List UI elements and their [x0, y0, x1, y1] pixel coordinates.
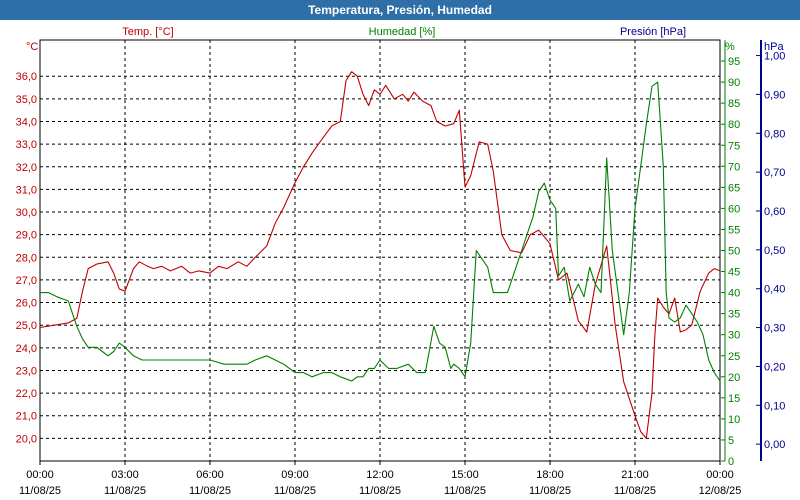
time-tick-label: 21:00	[621, 469, 649, 481]
temp-tick-label: 34,0	[16, 116, 37, 128]
date-tick-label: 11/08/25	[529, 485, 571, 497]
humidity-tick-label: 75	[728, 140, 740, 152]
humidity-tick-label: 30	[728, 330, 740, 342]
temp-unit-label: °C	[26, 41, 38, 53]
time-tick-label: 15:00	[451, 469, 479, 481]
pressure-tick-label: 0,50	[764, 245, 785, 257]
humidity-tick-label: 95	[728, 56, 740, 68]
pressure-tick-label: 0,60	[764, 206, 785, 218]
time-tick-label: 18:00	[536, 469, 564, 481]
temp-tick-label: 29,0	[16, 230, 37, 242]
humidity-tick-label: 20	[728, 372, 740, 384]
humidity-tick-label: 10	[728, 414, 740, 426]
date-tick-label: 11/08/25	[189, 485, 231, 497]
pressure-unit-label: hPa	[764, 41, 784, 53]
temp-tick-label: 30,0	[16, 207, 37, 219]
pressure-axis-title: Presión [hPa]	[620, 26, 686, 38]
chart: 20,0 21,0 22,0 23,0 24,0 25,0 26,0 27,0 28,0 29,0…	[16, 26, 786, 497]
humidity-tick-label: 40	[728, 288, 740, 300]
humidity-tick-label: 35	[728, 309, 740, 321]
temp-tick-label: 23,0	[16, 365, 37, 377]
grid-lines	[40, 40, 720, 461]
temp-tick-label: 21,0	[16, 411, 37, 423]
temp-tick-label: 20,0	[16, 433, 37, 445]
pressure-tick-label: 0,80	[764, 128, 785, 140]
pressure-tick-label: 0,70	[764, 167, 785, 179]
temp-tick-label: 25,0	[16, 320, 37, 332]
pressure-tick-label: 0,20	[764, 361, 785, 373]
humidity-tick-label: 45	[728, 267, 740, 279]
temp-tick-label: 35,0	[16, 94, 37, 106]
humidity-tick-label: 70	[728, 161, 740, 173]
date-tick-label: 11/08/25	[444, 485, 486, 497]
date-tick-label: 11/08/25	[614, 485, 656, 497]
pressure-axis: 0,00 0,10 0,20 0,30 0,40 0,50 0,60 0,70 0,80 0,90…	[756, 40, 785, 461]
date-tick-label: 11/08/25	[104, 485, 146, 497]
humidity-tick-label: 90	[728, 77, 740, 89]
date-tick-label: 12/08/25	[699, 485, 742, 497]
pressure-tick-label: 0,40	[764, 284, 785, 296]
temp-tick-label: 31,0	[16, 184, 37, 196]
temp-tick-label: 33,0	[16, 139, 37, 151]
time-tick-label: 09:00	[281, 469, 309, 481]
humidity-axis-title: Humedad [%]	[369, 26, 436, 38]
humidity-tick-label: 50	[728, 246, 740, 258]
humidity-axis: 0 5 10 15 20 25 30 35 40 45 50 55 60 65 70 75 80 85 90 95	[721, 40, 740, 468]
time-tick-label: 12:00	[366, 469, 394, 481]
time-tick-label: 00:00	[706, 469, 734, 481]
humidity-tick-label: 25	[728, 351, 740, 363]
pressure-tick-label: 0,90	[764, 89, 785, 101]
humidity-tick-label: 15	[728, 393, 740, 405]
date-tick-label: 11/08/25	[274, 485, 316, 497]
time-tick-label: 03:00	[111, 469, 139, 481]
pressure-tick-label: 0,10	[764, 400, 785, 412]
humidity-tick-label: 80	[728, 119, 740, 131]
date-tick-label: 11/08/25	[359, 485, 401, 497]
temp-tick-label: 26,0	[16, 298, 37, 310]
pressure-tick-label: 0,00	[764, 439, 785, 451]
temp-tick-label: 27,0	[16, 275, 37, 287]
temp-tick-label: 36,0	[16, 71, 37, 83]
time-tick-label: 06:00	[196, 469, 224, 481]
date-tick-label: 11/08/25	[19, 485, 61, 497]
temp-axis-title: Temp. [°C]	[122, 26, 173, 38]
humidity-tick-label: 60	[728, 203, 740, 215]
temp-axis: 20,0 21,0 22,0 23,0 24,0 25,0 26,0 27,0 28,0 29,0…	[16, 71, 37, 445]
temp-tick-label: 28,0	[16, 252, 37, 264]
time-axis: 00:00 11/08/25 03:00 11/08/25 06:00 11/08/25 0…	[19, 461, 741, 497]
humidity-tick-label: 0	[728, 456, 734, 468]
window-title: Temperatura, Presión, Humedad	[0, 0, 800, 20]
time-tick-label: 00:00	[26, 469, 54, 481]
humidity-tick-label: 5	[728, 435, 734, 447]
pressure-tick-label: 0,30	[764, 323, 785, 335]
temp-tick-label: 22,0	[16, 388, 37, 400]
humidity-tick-label: 65	[728, 182, 740, 194]
temp-tick-label: 24,0	[16, 343, 37, 355]
humidity-unit-label: %	[725, 41, 735, 53]
humidity-tick-label: 55	[728, 224, 740, 236]
temp-tick-label: 32,0	[16, 162, 37, 174]
humidity-tick-label: 85	[728, 98, 740, 110]
